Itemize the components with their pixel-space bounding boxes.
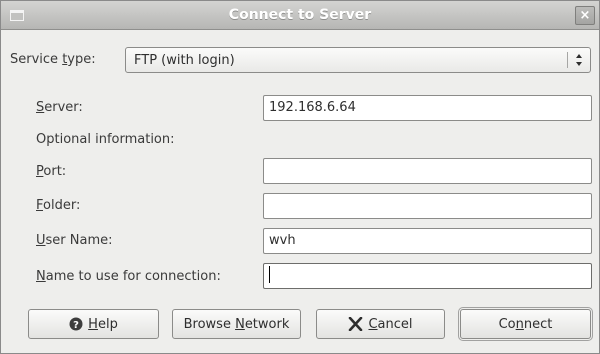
folder-label-end: older: [43,198,81,213]
window-title: Connect to Server [228,7,372,23]
folder-input[interactable] [263,193,592,219]
browse-network-button[interactable]: Browse Network [172,309,301,339]
help-button-mnemonic: H [88,316,98,332]
optional-information-heading: Optional information: [36,132,175,147]
port-input[interactable] [263,158,592,184]
help-button[interactable]: ? Help [28,309,159,339]
user-name-label-mnemonic: U [36,233,46,248]
connect-to-server-dialog: Connect to Server × Service type: FTP (w… [0,0,600,354]
up-down-arrows-icon [576,54,582,66]
connection-name-label-mnemonic: N [36,269,46,284]
connection-name-input[interactable] [263,263,592,289]
service-type-label: Service type: [10,52,96,67]
cancel-button[interactable]: Cancel [316,309,445,339]
server-label: Server: [36,100,83,115]
connection-name-label-end: ame to use for connection: [45,269,221,284]
combo-separator [567,52,568,68]
folder-label: Folder: [36,198,80,213]
browse-network-label: Browse Network [184,317,290,332]
cancel-button-label-end: ancel [377,316,413,332]
server-label-end: erver: [44,100,83,115]
port-label-end: ort: [43,164,67,179]
service-type-selected-value: FTP (with login) [134,53,235,68]
browse-network-label-start: Browse [183,316,236,332]
title-bar[interactable]: Connect to Server × [1,1,599,30]
help-button-label-end: elp [97,316,118,332]
browse-network-mnemonic: N [235,316,245,332]
close-button[interactable]: × [575,6,595,25]
port-label: Port: [36,164,66,179]
connect-button-label-start: Co [498,316,516,332]
svg-text:?: ? [73,320,79,331]
connect-button-label-end: nect [523,316,553,332]
help-button-label: Help [88,317,118,332]
service-type-label-start: Service [10,52,63,67]
help-icon: ? [69,317,83,331]
connect-button-label: Connect [499,317,553,332]
cancel-x-icon [348,317,363,331]
user-name-label: User Name: [36,233,113,248]
connect-button[interactable]: Connect [458,307,593,341]
server-input[interactable]: 192.168.6.64 [263,95,592,121]
connection-name-label: Name to use for connection: [36,269,221,284]
cancel-button-mnemonic: C [368,316,378,332]
service-type-select[interactable]: FTP (with login) [125,47,591,73]
browse-network-label-end: etwork [244,316,290,332]
text-caret [269,266,270,283]
folder-label-mnemonic: F [36,198,44,213]
service-type-label-end: ype: [67,52,96,67]
user-name-label-end: ser Name: [45,233,113,248]
connect-button-mnemonic: n [515,316,524,332]
user-name-input[interactable]: wvh [263,228,592,254]
cancel-button-label: Cancel [368,317,412,332]
